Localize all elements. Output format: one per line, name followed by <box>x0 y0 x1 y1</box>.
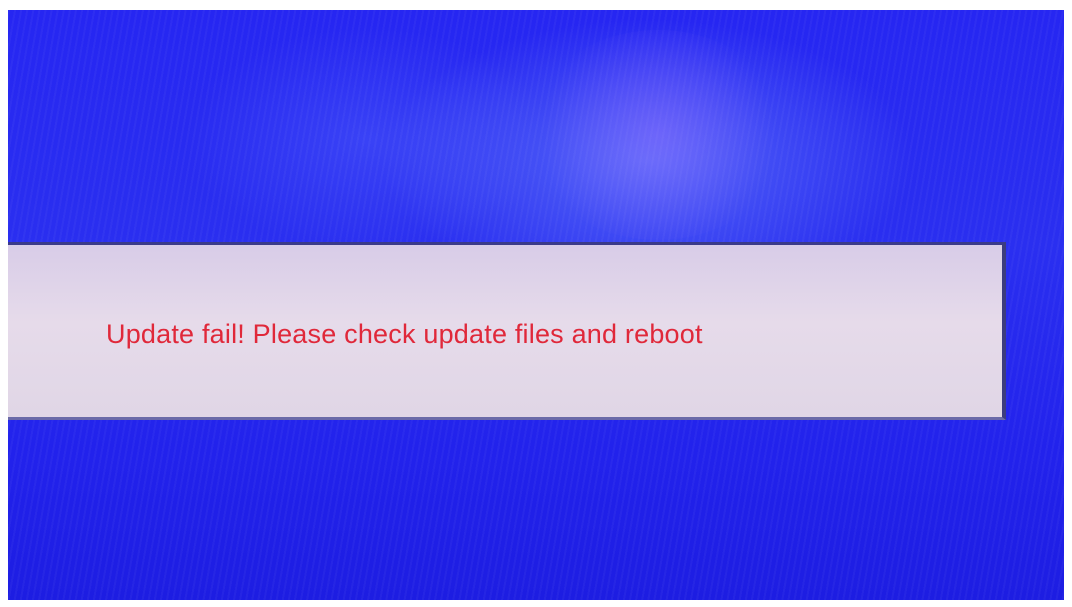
tv-screen: Update fail! Please check update files a… <box>8 10 1064 600</box>
update-error-dialog: Update fail! Please check update files a… <box>8 242 1006 420</box>
update-error-message: Update fail! Please check update files a… <box>106 319 703 349</box>
photo-frame: Update fail! Please check update files a… <box>0 0 1072 607</box>
